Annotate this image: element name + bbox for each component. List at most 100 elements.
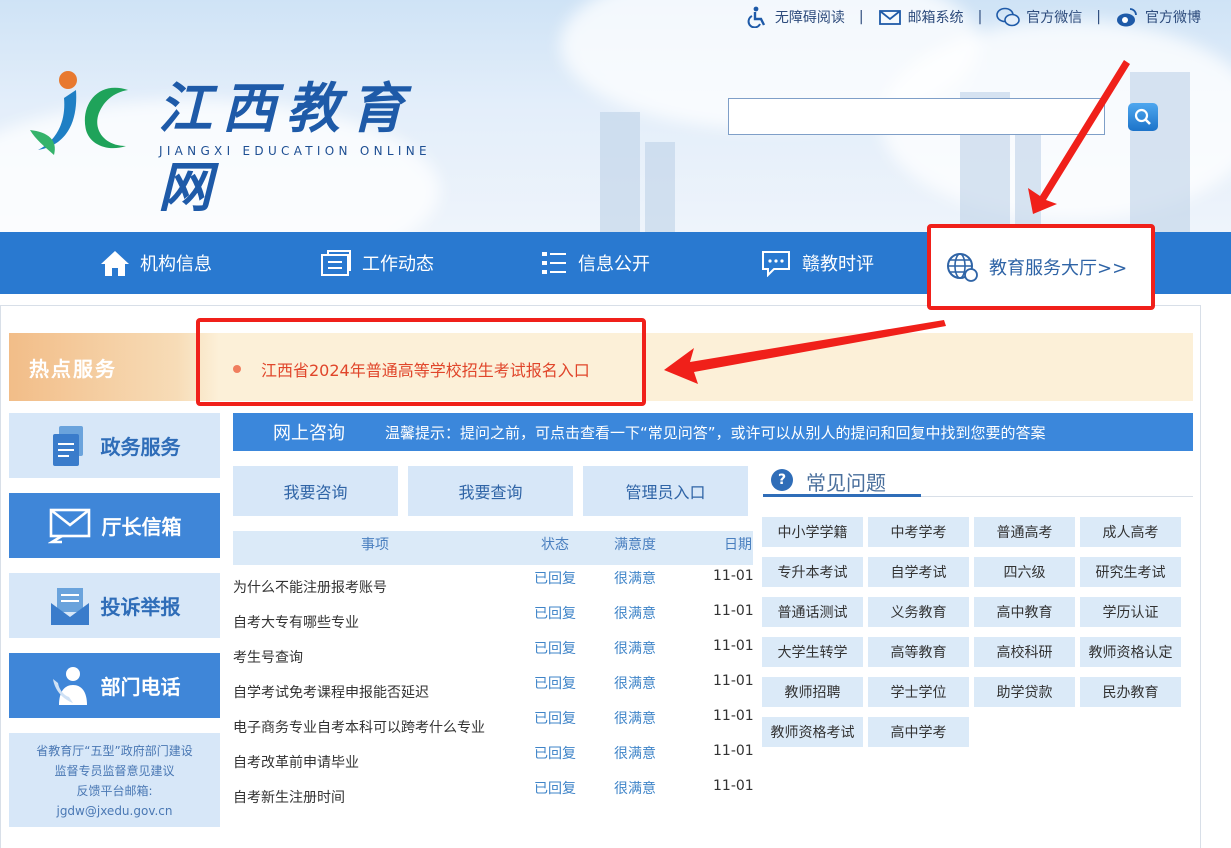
nav-item-work-news[interactable]: 工作动态 [320, 232, 434, 294]
row-date: 11-01 [713, 708, 754, 724]
logo-title: 江西教育网 [158, 76, 414, 219]
faq-title: 常见问题 [806, 471, 886, 495]
table-row[interactable]: 自考大专有哪些专业 已回复 很满意 11-01 [233, 601, 763, 636]
row-date: 11-01 [713, 743, 754, 759]
weibo-link[interactable]: 官方微博 [1115, 6, 1201, 28]
faq-tag[interactable]: 教师资格认定 [1080, 637, 1181, 667]
faq-tag[interactable]: 学历认证 [1080, 597, 1181, 627]
row-satisfaction: 很满意 [614, 606, 656, 622]
top-separator: | [858, 9, 864, 25]
hot-service-link[interactable]: 江西省2024年普通高等学校招生考试报名入口 [233, 357, 590, 381]
faq-tag[interactable]: 中考学考 [868, 517, 969, 547]
table-row[interactable]: 考生号查询 已回复 很满意 11-01 [233, 636, 763, 671]
nav-item-label: 信息公开 [578, 254, 650, 275]
row-status: 已回复 [534, 571, 576, 587]
nav-item-org-info[interactable]: 机构信息 [100, 232, 212, 294]
faq-tag[interactable]: 中小学学籍 [762, 517, 863, 547]
faq-tag[interactable]: 研究生考试 [1080, 557, 1181, 587]
list-icon [542, 252, 566, 274]
faq-tag[interactable]: 学士学位 [868, 677, 969, 707]
bullet-dot-icon [233, 365, 241, 373]
supervision-note: 省教育厅“五型”政府部门建设 监督专员监督意见建议 反馈平台邮箱: jgdw@j… [9, 733, 220, 827]
table-row[interactable]: 自考改革前申请毕业 已回复 很满意 11-01 [233, 741, 763, 776]
news-icon [321, 250, 351, 276]
note-email[interactable]: jgdw@jxedu.gov.cn [9, 801, 220, 821]
nav-item-commentary[interactable]: 赣教时评 [760, 232, 874, 294]
mail-link[interactable]: 邮箱系统 [878, 6, 964, 28]
consult-tip: 温馨提示：提问之前，可点击查看一下“常见问答”，或许可以从别人的提问和回复中找到… [385, 423, 1046, 442]
row-satisfaction: 很满意 [614, 676, 656, 692]
site-logo[interactable]: 江西教育网 JIANGXI EDUCATION ONLINE [28, 60, 468, 219]
search-icon [1134, 108, 1151, 125]
row-satisfaction: 很满意 [614, 746, 656, 762]
nav-item-label: 机构信息 [140, 254, 212, 275]
comment-icon [762, 251, 790, 277]
header-date: 日期 [724, 537, 752, 553]
row-satisfaction: 很满意 [614, 571, 656, 587]
row-status: 已回复 [534, 641, 576, 657]
faq-tag[interactable]: 民办教育 [1080, 677, 1181, 707]
home-icon [101, 251, 129, 276]
faq-tag[interactable]: 自学考试 [868, 557, 969, 587]
faq-tag[interactable]: 义务教育 [868, 597, 969, 627]
ask-question-button[interactable]: 我要咨询 [233, 466, 398, 516]
table-row[interactable]: 自考新生注册时间 已回复 很满意 11-01 [233, 776, 763, 811]
faq-tag[interactable]: 高中教育 [974, 597, 1075, 627]
query-button[interactable]: 我要查询 [408, 466, 573, 516]
globe-service-icon [947, 253, 978, 282]
row-date: 11-01 [713, 778, 754, 794]
table-row[interactable]: 电子商务专业自考本科可以跨考什么专业 已回复 很满意 11-01 [233, 706, 763, 741]
row-status: 已回复 [534, 711, 576, 727]
wechat-label: 官方微信 [1026, 10, 1083, 26]
mailbox-icon [47, 508, 90, 543]
accessibility-link[interactable]: 无障碍阅读 [745, 6, 845, 28]
faq-tag[interactable]: 教师资格考试 [762, 717, 863, 747]
faq-tag[interactable]: 专升本考试 [762, 557, 863, 587]
faq-tag[interactable]: 高中学考 [868, 717, 969, 747]
row-title: 为什么不能注册报考账号 [233, 580, 387, 596]
question-icon: ? [771, 469, 793, 491]
online-consult-bar: 网上咨询 温馨提示：提问之前，可点击查看一下“常见问答”，或许可以从别人的提问和… [233, 413, 1193, 451]
faq-tag[interactable]: 普通高考 [974, 517, 1075, 547]
faq-tag[interactable]: 成人高考 [1080, 517, 1181, 547]
faq-tag[interactable]: 助学贷款 [974, 677, 1075, 707]
admin-entry-button[interactable]: 管理员入口 [583, 466, 748, 516]
faq-tag[interactable]: 大学生转学 [762, 637, 863, 667]
consult-title: 网上咨询 [273, 423, 345, 444]
faq-tag[interactable]: 高校科研 [974, 637, 1075, 667]
row-status: 已回复 [534, 746, 576, 762]
table-row[interactable]: 自学考试免考课程申报能否延迟 已回复 很满意 11-01 [233, 671, 763, 706]
row-title: 自考新生注册时间 [233, 790, 345, 806]
table-row[interactable]: 为什么不能注册报考账号 已回复 很满意 11-01 [233, 566, 763, 601]
row-title: 自考改革前申请毕业 [233, 755, 359, 771]
weibo-label: 官方微博 [1145, 10, 1201, 26]
row-date: 11-01 [713, 673, 754, 689]
search-input[interactable] [728, 98, 1105, 135]
logo-emblem-icon [30, 71, 128, 155]
faq-tag[interactable]: 高等教育 [868, 637, 969, 667]
sidebar-department-phone[interactable]: 部门电话 [9, 653, 220, 718]
nav-item-info-public[interactable]: 信息公开 [540, 232, 650, 294]
top-links: 无障碍阅读 | 邮箱系统 | 官方微信 | 官方微博 [745, 6, 1201, 28]
sidebar-director-mailbox[interactable]: 厅长信箱 [9, 493, 220, 558]
faq-tag[interactable]: 教师招聘 [762, 677, 863, 707]
sidebar-complaint[interactable]: 投诉举报 [9, 573, 220, 638]
wechat-icon [996, 7, 1021, 27]
nav-item-label: 赣教时评 [802, 254, 874, 275]
sidebar-label: 部门电话 [100, 675, 181, 699]
report-envelope-icon [50, 587, 89, 625]
faq-tag[interactable]: 四六级 [974, 557, 1075, 587]
nav-item-service-hall[interactable]: 教育服务大厅>> [927, 224, 1155, 310]
faq-tag[interactable]: 普通话测试 [762, 597, 863, 627]
wechat-link[interactable]: 官方微信 [996, 6, 1082, 28]
row-title: 电子商务专业自考本科可以跨考什么专业 [233, 720, 485, 736]
sidebar-gov-service[interactable]: 政务服务 [9, 413, 220, 478]
row-status: 已回复 [534, 781, 576, 797]
search-button[interactable] [1128, 103, 1158, 131]
consult-table-header: 事项 状态 满意度 日期 [233, 531, 753, 565]
note-line: 监督专员监督意见建议 [54, 764, 175, 778]
hot-link-text: 江西省2024年普通高等学校招生考试报名入口 [261, 361, 590, 380]
site-header: 无障碍阅读 | 邮箱系统 | 官方微信 | 官方微博 江西教育网 JIANGXI… [0, 0, 1231, 232]
row-status: 已回复 [534, 606, 576, 622]
accessibility-label: 无障碍阅读 [774, 10, 845, 26]
